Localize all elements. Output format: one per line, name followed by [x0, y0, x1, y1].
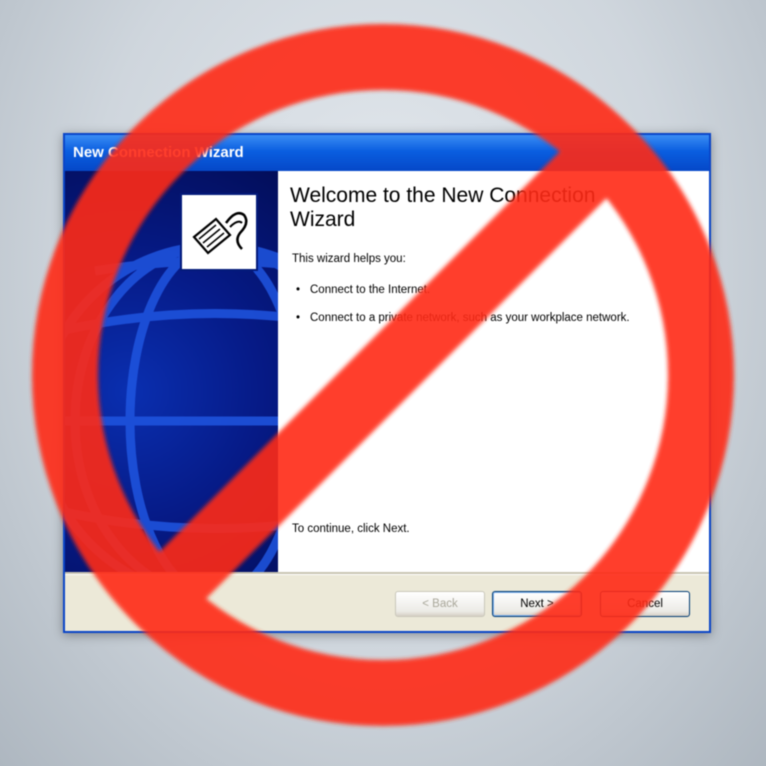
prohibition-sign-icon	[32, 24, 734, 726]
